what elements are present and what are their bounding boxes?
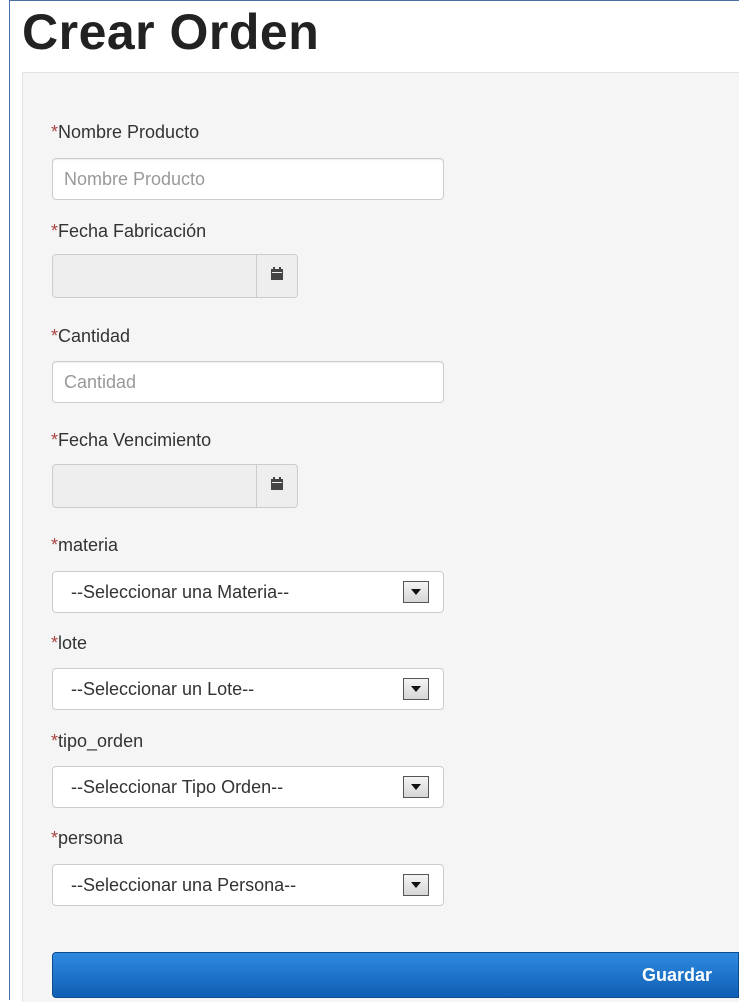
required-mark: * — [51, 633, 59, 653]
label-cantidad: *Cantidad — [51, 326, 130, 347]
persona-selected-value: --Seleccionar una Persona-- — [71, 875, 297, 895]
required-mark: * — [51, 828, 59, 848]
label-text: Fecha Vencimiento — [58, 430, 212, 450]
materia-select[interactable]: --Seleccionar una Materia-- — [52, 571, 444, 613]
label-nombre-producto: *Nombre Producto — [51, 122, 199, 143]
tipo-orden-select[interactable]: --Seleccionar Tipo Orden-- — [52, 766, 444, 808]
required-mark: * — [51, 122, 59, 142]
dropdown-arrow-icon[interactable] — [403, 581, 429, 603]
calendar-icon — [270, 476, 284, 496]
label-text: Nombre Producto — [58, 122, 200, 142]
fecha-vencimiento-calendar-button[interactable] — [256, 464, 298, 508]
lote-select[interactable]: --Seleccionar un Lote-- — [52, 668, 444, 710]
label-tipo-orden: *tipo_orden — [51, 731, 143, 752]
label-materia: *materia — [51, 535, 118, 556]
dropdown-arrow-icon[interactable] — [403, 874, 429, 896]
required-mark: * — [51, 221, 59, 241]
fecha-fabricacion-input[interactable] — [52, 254, 257, 298]
required-mark: * — [51, 326, 59, 346]
fecha-vencimiento-group — [52, 464, 298, 508]
label-fecha-fabricacion: *Fecha Fabricación — [51, 221, 206, 242]
label-fecha-vencimiento: *Fecha Vencimiento — [51, 430, 211, 451]
cantidad-input[interactable] — [52, 361, 444, 403]
fecha-fabricacion-group — [52, 254, 298, 298]
label-lote: *lote — [51, 633, 87, 654]
required-mark: * — [51, 535, 59, 555]
nombre-producto-input[interactable] — [52, 158, 444, 200]
label-text: persona — [58, 828, 124, 848]
dropdown-arrow-icon[interactable] — [403, 776, 429, 798]
calendar-icon — [270, 266, 284, 286]
label-text: Cantidad — [58, 326, 131, 346]
label-text: lote — [58, 633, 88, 653]
label-text: materia — [58, 535, 119, 555]
persona-select[interactable]: --Seleccionar una Persona-- — [52, 864, 444, 906]
form-panel — [22, 72, 739, 1002]
tipo-orden-selected-value: --Seleccionar Tipo Orden-- — [71, 777, 284, 797]
label-text: Fecha Fabricación — [58, 221, 207, 241]
required-mark: * — [51, 430, 59, 450]
lote-selected-value: --Seleccionar un Lote-- — [71, 679, 255, 699]
materia-selected-value: --Seleccionar una Materia-- — [71, 582, 290, 602]
label-persona: *persona — [51, 828, 123, 849]
dropdown-arrow-icon[interactable] — [403, 678, 429, 700]
label-text: tipo_orden — [58, 731, 144, 751]
guardar-button[interactable]: Guardar — [52, 952, 739, 998]
required-mark: * — [51, 731, 59, 751]
fecha-fabricacion-calendar-button[interactable] — [256, 254, 298, 298]
page-title: Crear Orden — [22, 4, 320, 60]
fecha-vencimiento-input[interactable] — [52, 464, 257, 508]
